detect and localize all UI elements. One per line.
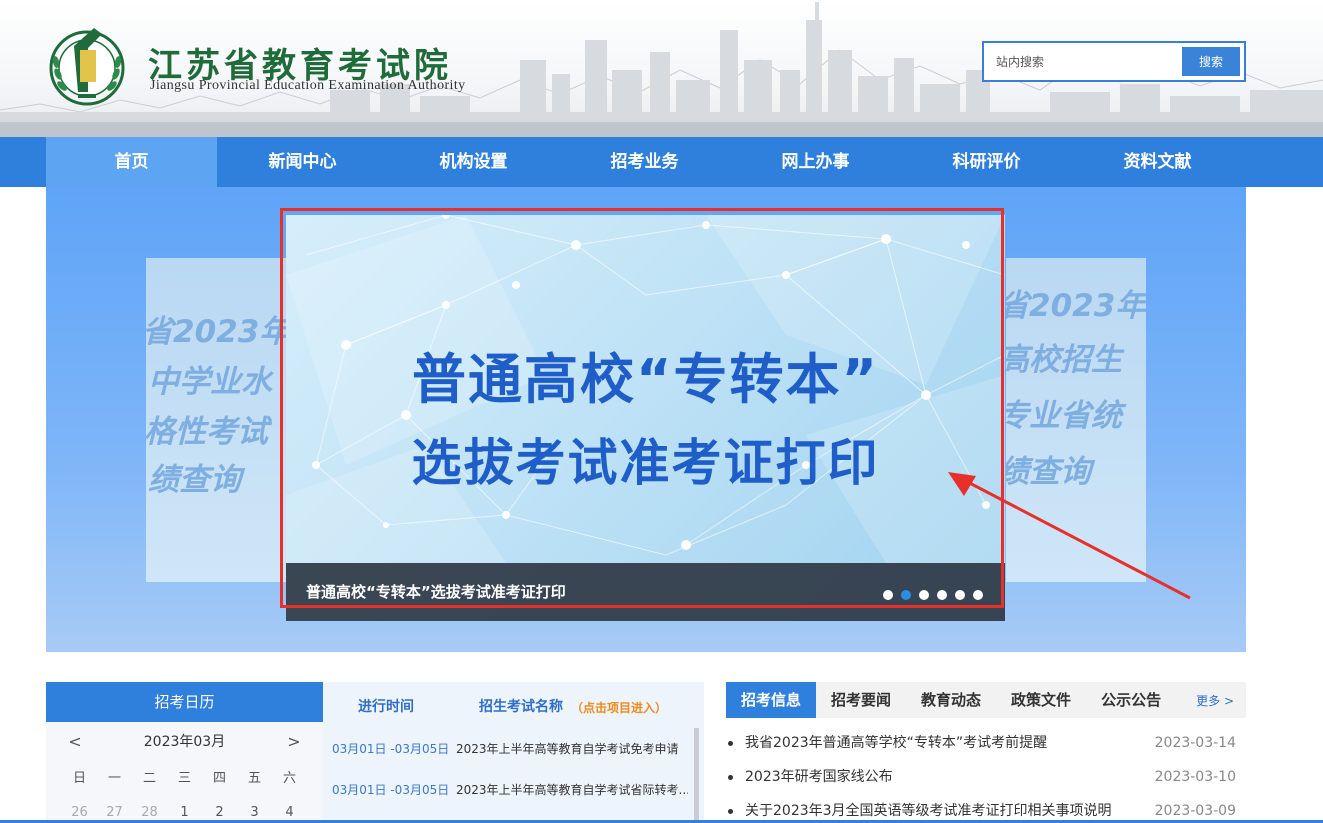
weekday-label: 三 xyxy=(177,771,191,786)
side-slide-line: 绩查询 xyxy=(148,462,241,498)
weekday-label: 一 xyxy=(107,771,121,786)
site-search: 搜索 xyxy=(982,41,1246,82)
tab-admission-info[interactable]: 招考信息 xyxy=(726,682,817,718)
side-slide-line: 省2023年 xyxy=(146,314,286,350)
side-slide-line: 高校招生 xyxy=(1006,342,1122,378)
search-input[interactable] xyxy=(986,45,1176,78)
schedule-date: 03月01日 -03月05日 xyxy=(332,742,450,756)
schedule-col-time: 进行时间 xyxy=(358,699,414,715)
news-item[interactable]: 2023年研考国家线公布 2023-03-10 xyxy=(726,760,1246,794)
schedule-header: 进行时间 招生考试名称 （点击项目进入） xyxy=(323,682,704,728)
weekday-label: 二 xyxy=(142,771,156,786)
schedule-col-name: 招生考试名称 xyxy=(479,699,563,715)
tab-public-notices[interactable]: 公示公告 xyxy=(1086,682,1176,718)
calendar-week-row: 26 27 28 1 2 3 4 xyxy=(46,796,323,823)
site-title-english: Jiangsu Provincial Education Examination… xyxy=(150,78,466,93)
nav-item-organization[interactable]: 机构设置 xyxy=(388,137,559,187)
news-list: 我省2023年普通高等学校“专转本”考试考前提醒 2023-03-14 2023… xyxy=(726,718,1246,823)
side-slide-line: 专业省统 xyxy=(1006,398,1122,434)
nav-item-online-services[interactable]: 网上办事 xyxy=(730,137,901,187)
news-item[interactable]: 关于2023年3月全国英语等级考试准考证打印相关事项说明 2023-03-09 xyxy=(726,794,1246,823)
carousel-prev-slide[interactable]: 省2023年 中学业水 格性考试 绩查询 xyxy=(146,258,286,582)
site-header: 江苏省教育考试院 Jiangsu Provincial Education Ex… xyxy=(0,0,1323,137)
calendar-day[interactable]: 2 xyxy=(202,796,237,823)
calendar-day[interactable]: 28 xyxy=(132,796,167,823)
weekday-label: 四 xyxy=(212,771,226,786)
bullet-icon xyxy=(728,741,733,746)
calendar-day[interactable]: 3 xyxy=(237,796,272,823)
calendar-weekday-row: 日 一 二 三 四 五 六 xyxy=(46,762,323,796)
exam-schedule-list: 进行时间 招生考试名称 （点击项目进入） 03月01日 -03月05日 2023… xyxy=(323,682,704,823)
calendar-day[interactable]: 1 xyxy=(167,796,202,823)
nav-item-news-center[interactable]: 新闻中心 xyxy=(217,137,388,187)
news-tabs: 招考信息 招考要闻 教育动态 政策文件 公示公告 更多 > xyxy=(726,682,1246,718)
schedule-row[interactable]: 03月01日 -03月05日 2023年上半年高等教育自学考试省际转考... xyxy=(323,769,704,810)
calendar-month-label: 2023年03月 xyxy=(143,734,226,750)
schedule-col-hint: （点击项目进入） xyxy=(571,701,668,715)
news-date: 2023-03-09 xyxy=(1154,803,1236,819)
news-title[interactable]: 我省2023年普通高等学校“专转本”考试考前提醒 xyxy=(745,726,1145,760)
nav-item-admissions[interactable]: 招考业务 xyxy=(559,137,730,187)
calendar-month-bar: < 2023年03月 > xyxy=(46,722,323,762)
chevron-right-icon[interactable]: > xyxy=(279,722,309,762)
annotation-arrow-icon xyxy=(948,472,1191,600)
nav-item-home[interactable]: 首页 xyxy=(46,137,217,187)
side-slide-line: 格性考试 xyxy=(146,414,268,450)
schedule-exam-link[interactable]: 2023年上半年高等教育自学考试省际转考... xyxy=(456,781,688,798)
authority-emblem-logo xyxy=(49,28,125,106)
weekday-label: 日 xyxy=(72,771,86,786)
news-date: 2023-03-14 xyxy=(1154,735,1236,751)
news-item[interactable]: 我省2023年普通高等学校“专转本”考试考前提醒 2023-03-14 xyxy=(726,726,1246,760)
news-title[interactable]: 2023年研考国家线公布 xyxy=(745,760,1145,794)
nav-item-research[interactable]: 科研评价 xyxy=(901,137,1072,187)
bullet-icon xyxy=(728,775,733,780)
schedule-exam-link[interactable]: 2023年上半年高等教育自学考试免考申请 xyxy=(456,740,688,757)
search-button[interactable]: 搜索 xyxy=(1182,47,1240,76)
calendar-day[interactable]: 27 xyxy=(97,796,132,823)
calendar-title: 招考日历 xyxy=(46,682,323,722)
tab-policy-documents[interactable]: 政策文件 xyxy=(996,682,1086,718)
annotation-highlight-box xyxy=(280,208,1004,608)
chevron-left-icon[interactable]: < xyxy=(60,722,90,762)
exam-calendar: 招考日历 < 2023年03月 > 日 一 二 三 四 五 六 26 27 28… xyxy=(46,682,323,823)
schedule-scrollbar[interactable] xyxy=(694,728,699,823)
news-panel: 招考信息 招考要闻 教育动态 政策文件 公示公告 更多 > 我省2023年普通高… xyxy=(726,682,1246,823)
news-date: 2023-03-10 xyxy=(1154,769,1236,785)
weekday-label: 六 xyxy=(282,771,296,786)
schedule-date: 03月01日 -03月05日 xyxy=(332,783,450,797)
tab-education-updates[interactable]: 教育动态 xyxy=(906,682,996,718)
news-title[interactable]: 关于2023年3月全国英语等级考试准考证打印相关事项说明 xyxy=(745,794,1145,823)
nav-item-documents[interactable]: 资料文献 xyxy=(1072,137,1243,187)
weekday-label: 五 xyxy=(247,771,261,786)
tab-admission-news[interactable]: 招考要闻 xyxy=(816,682,906,718)
side-slide-line: 省2023年 xyxy=(1006,288,1146,324)
calendar-day[interactable]: 26 xyxy=(62,796,97,823)
schedule-row[interactable]: 03月01日 -03月05日 2023年上半年高等教育自学考试免考申请 xyxy=(323,728,704,769)
main-navigation: 首页 新闻中心 机构设置 招考业务 网上办事 科研评价 资料文献 xyxy=(0,137,1323,187)
bullet-icon xyxy=(728,809,733,814)
more-link[interactable]: 更多 > xyxy=(1196,692,1234,709)
side-slide-line: 中学业水 xyxy=(148,364,272,400)
calendar-day[interactable]: 4 xyxy=(272,796,307,823)
